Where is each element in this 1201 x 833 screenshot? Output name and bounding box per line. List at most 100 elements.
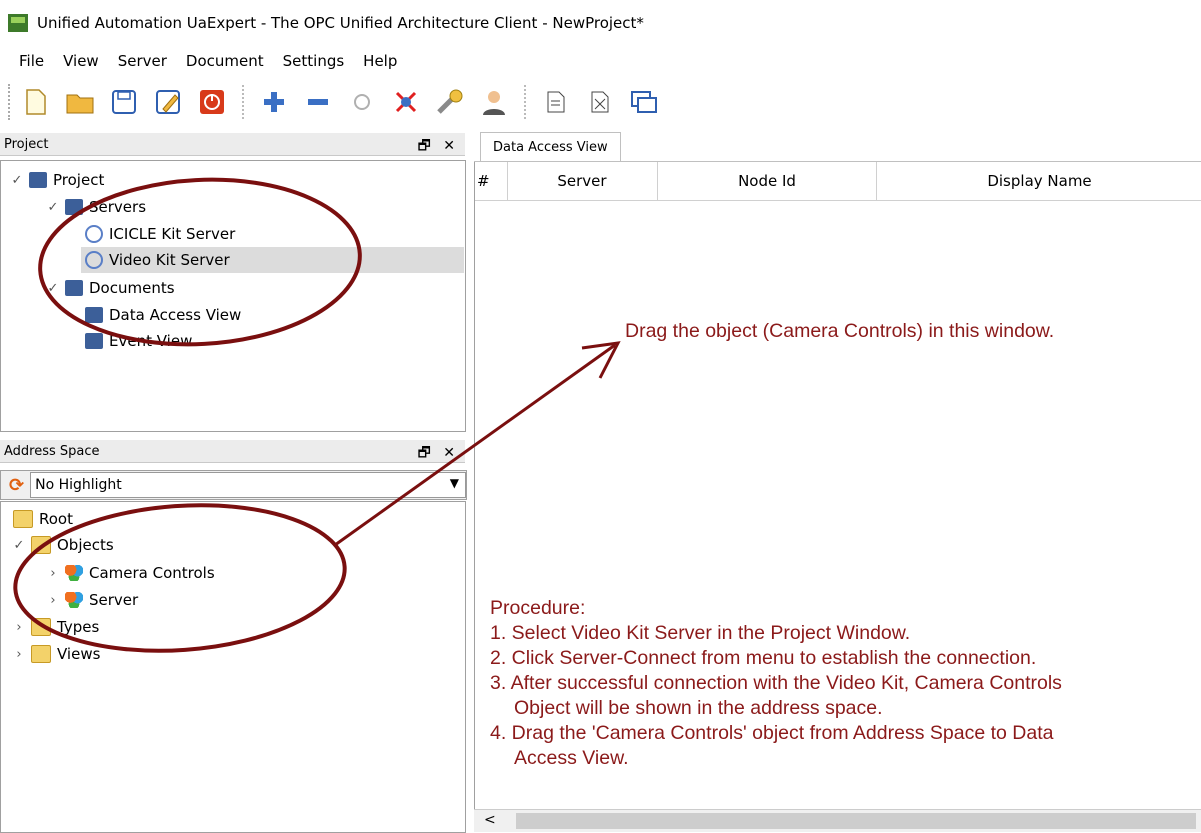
tree-item-video-kit-server[interactable]: Video Kit Server <box>81 247 464 273</box>
app-icon <box>8 14 28 32</box>
tree-item-event-view[interactable]: Event View <box>81 328 192 354</box>
column-header-index[interactable]: # <box>475 162 508 201</box>
add-server-icon[interactable] <box>258 86 290 118</box>
connect-server-icon[interactable] <box>346 86 378 118</box>
save-project-icon[interactable] <box>108 86 140 118</box>
expand-icon[interactable]: › <box>45 566 61 581</box>
menu-file[interactable]: File <box>19 52 44 70</box>
tree-label: Video Kit Server <box>109 251 230 269</box>
tree-label: Views <box>57 645 101 663</box>
new-project-icon[interactable] <box>20 86 52 118</box>
dropdown-arrow-icon[interactable]: ▼ <box>450 476 459 490</box>
procedure-step: Access View. <box>514 747 629 769</box>
expand-icon[interactable]: › <box>45 593 61 608</box>
project-panel-header: Project 🗗 ✕ <box>0 133 465 156</box>
open-project-icon[interactable] <box>64 86 96 118</box>
document-tab-bar: Data Access View <box>474 130 1201 162</box>
tab-label: Data Access View <box>493 139 608 155</box>
address-panel-title: Address Space <box>4 443 100 459</box>
expand-icon[interactable]: › <box>11 620 27 635</box>
toolbar-separator-2 <box>524 85 530 119</box>
object-icon <box>65 565 83 581</box>
server-icon <box>85 225 103 243</box>
sync-icon[interactable]: ⟳ <box>9 475 24 496</box>
scroll-left-arrow[interactable]: < <box>484 812 496 828</box>
collapse-icon[interactable]: ✓ <box>45 200 61 215</box>
column-header-node-id[interactable]: Node Id <box>658 162 877 201</box>
tree-label: Objects <box>57 536 114 554</box>
column-header-server[interactable]: Server <box>507 162 658 201</box>
highlight-value: No Highlight <box>35 477 122 493</box>
folder-icon <box>13 510 33 528</box>
tree-item-server[interactable]: › Server <box>45 587 138 613</box>
expand-icon[interactable]: › <box>11 647 27 662</box>
address-space-tree[interactable]: Root ✓ Objects › Camera Controls › Serve… <box>0 501 466 833</box>
tree-item-icicle-kit-server[interactable]: ICICLE Kit Server <box>81 221 235 247</box>
collapse-icon[interactable]: ✓ <box>45 281 61 296</box>
procedure-step: 1. Select Video Kit Server in the Projec… <box>490 622 911 644</box>
remove-server-icon[interactable] <box>302 86 334 118</box>
tree-label: Project <box>53 171 105 189</box>
tree-label: Root <box>39 510 73 528</box>
tree-item-root[interactable]: Root <box>9 506 73 532</box>
tree-item-objects[interactable]: ✓ Objects <box>11 532 114 558</box>
remove-document-icon[interactable] <box>584 86 616 118</box>
column-label: Server <box>557 172 607 190</box>
menu-settings[interactable]: Settings <box>283 52 345 70</box>
server-settings-icon[interactable] <box>434 86 466 118</box>
column-label: Node Id <box>738 172 796 190</box>
object-icon <box>65 592 83 608</box>
document-icon <box>85 307 103 323</box>
tree-item-camera-controls[interactable]: › Camera Controls <box>45 560 215 586</box>
tree-item-servers[interactable]: ✓ Servers <box>45 194 146 220</box>
toolbar <box>0 78 1201 126</box>
menu-bar: File View Server Document Settings Help <box>0 46 1201 76</box>
tree-item-views[interactable]: › Views <box>11 641 100 667</box>
menu-view[interactable]: View <box>63 52 99 70</box>
procedure-step: 3. After successful connection with the … <box>490 672 1062 694</box>
column-header-display-name[interactable]: Display Name <box>877 162 1201 201</box>
project-tree[interactable]: ✓ Project ✓ Servers ICICLE Kit Server Vi… <box>0 160 466 432</box>
collapse-icon[interactable]: ✓ <box>11 538 27 553</box>
save-as-icon[interactable] <box>152 86 184 118</box>
tree-label: Servers <box>89 198 147 216</box>
tree-label: Event View <box>109 332 193 350</box>
toolbar-grip[interactable] <box>8 84 14 120</box>
collapse-icon[interactable]: ✓ <box>9 173 25 188</box>
tree-label: Camera Controls <box>89 564 215 582</box>
tree-label: ICICLE Kit Server <box>109 225 236 243</box>
project-folder-icon <box>29 172 47 188</box>
address-panel-header: Address Space 🗗 ✕ <box>0 440 465 463</box>
procedure-annotation: Procedure: 1. Select Video Kit Server in… <box>490 596 1062 771</box>
scroll-thumb[interactable] <box>516 813 1196 829</box>
highlight-bar: ⟳ No Highlight ▼ <box>0 470 467 500</box>
tree-item-data-access-view[interactable]: Data Access View <box>81 302 241 328</box>
menu-document[interactable]: Document <box>186 52 264 70</box>
folder-icon <box>31 536 51 554</box>
procedure-step: 2. Click Server-Connect from menu to est… <box>490 647 1037 669</box>
procedure-step: Object will be shown in the address spac… <box>514 697 883 719</box>
folder-icon <box>65 199 83 215</box>
windows-icon[interactable] <box>628 86 660 118</box>
tree-item-project[interactable]: ✓ Project <box>9 167 105 193</box>
disconnect-server-icon[interactable] <box>390 86 422 118</box>
procedure-title: Procedure: <box>490 597 586 619</box>
toolbar-separator <box>242 85 248 119</box>
tree-item-documents[interactable]: ✓ Documents <box>45 275 175 301</box>
folder-icon <box>65 280 83 296</box>
column-label: Display Name <box>987 172 1092 190</box>
tree-label: Server <box>89 591 139 609</box>
horizontal-scrollbar[interactable]: < <box>474 809 1201 832</box>
menu-help[interactable]: Help <box>363 52 397 70</box>
tree-item-types[interactable]: › Types <box>11 614 99 640</box>
tree-label: Types <box>57 618 100 636</box>
server-icon <box>85 251 103 269</box>
panel-float-close-buttons[interactable]: 🗗 ✕ <box>418 135 459 159</box>
panel-float-close-buttons[interactable]: 🗗 ✕ <box>418 442 459 466</box>
power-off-icon[interactable] <box>196 86 228 118</box>
add-document-icon[interactable] <box>540 86 572 118</box>
tab-data-access-view[interactable]: Data Access View <box>480 132 621 161</box>
highlight-select[interactable]: No Highlight ▼ <box>30 472 466 498</box>
menu-server[interactable]: Server <box>118 52 167 70</box>
user-icon[interactable] <box>478 86 510 118</box>
